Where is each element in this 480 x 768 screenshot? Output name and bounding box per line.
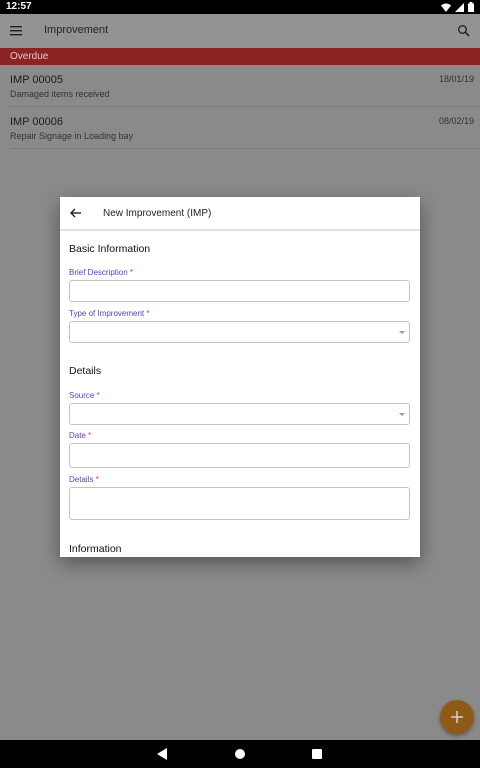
battery-icon bbox=[468, 2, 474, 12]
system-nav-bar bbox=[0, 740, 480, 768]
list-item[interactable]: IMP 00006 Repair Signage in Loading bay … bbox=[10, 107, 480, 149]
dropdown-caret-icon bbox=[399, 413, 405, 416]
wifi-icon bbox=[441, 3, 451, 12]
brief-description-label: Brief Description * bbox=[69, 268, 134, 277]
signal-icon bbox=[455, 2, 464, 12]
app-title: Improvement bbox=[44, 24, 109, 36]
status-time: 12:57 bbox=[6, 1, 32, 12]
app-bar: Improvement bbox=[0, 14, 480, 48]
new-improvement-dialog: New Improvement (IMP) Basic Information … bbox=[60, 197, 420, 557]
improvement-list: IMP 00005 Damaged items received 18/01/1… bbox=[10, 65, 480, 149]
type-of-improvement-select[interactable] bbox=[69, 321, 410, 343]
details-textarea[interactable] bbox=[69, 487, 410, 520]
section-information: Information bbox=[69, 543, 122, 555]
dialog-header: New Improvement (IMP) bbox=[60, 197, 420, 231]
nav-back-icon[interactable] bbox=[157, 748, 167, 760]
source-select[interactable] bbox=[69, 403, 410, 425]
nav-home-icon[interactable] bbox=[235, 749, 245, 759]
item-id: IMP 00006 bbox=[10, 116, 64, 128]
menu-icon[interactable] bbox=[10, 25, 24, 37]
status-bar: 12:57 bbox=[0, 0, 480, 14]
date-input[interactable] bbox=[69, 443, 410, 468]
type-of-improvement-label: Type of Improvement * bbox=[69, 309, 150, 318]
dialog-title: New Improvement (IMP) bbox=[103, 208, 212, 219]
dropdown-caret-icon bbox=[399, 331, 405, 334]
item-date: 18/01/19 bbox=[438, 74, 474, 84]
item-date: 08/02/19 bbox=[438, 116, 474, 126]
section-header-overdue: Overdue bbox=[0, 48, 480, 65]
item-description: Damaged items received bbox=[10, 89, 110, 99]
date-label: Date * bbox=[69, 431, 92, 440]
details-label: Details * bbox=[69, 475, 99, 484]
add-button[interactable] bbox=[440, 700, 474, 734]
section-details: Details bbox=[69, 365, 102, 377]
search-icon[interactable] bbox=[457, 24, 471, 38]
item-id: IMP 00005 bbox=[10, 74, 64, 86]
list-item[interactable]: IMP 00005 Damaged items received 18/01/1… bbox=[10, 65, 480, 107]
item-description: Repair Signage in Loading bay bbox=[10, 131, 134, 141]
section-basic-information: Basic Information bbox=[69, 243, 151, 255]
brief-description-input[interactable] bbox=[69, 280, 410, 302]
source-label: Source * bbox=[69, 391, 100, 400]
arrow-back-icon[interactable] bbox=[70, 207, 82, 219]
nav-recents-icon[interactable] bbox=[312, 749, 322, 759]
plus-icon bbox=[451, 711, 463, 723]
status-icons bbox=[441, 2, 474, 12]
